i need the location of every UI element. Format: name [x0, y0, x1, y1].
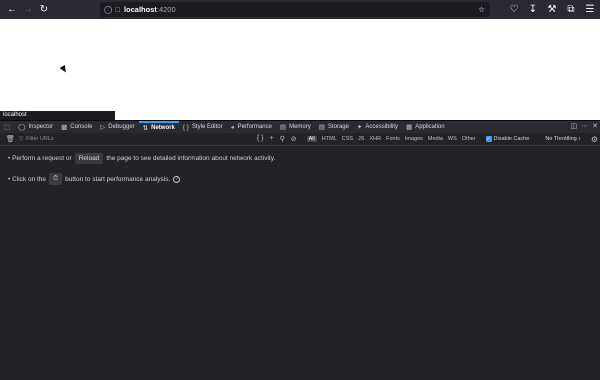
request-type-filters: All HTML CSS JS XHR Fonts Images Media W…: [306, 136, 476, 142]
network-empty-message: • Perform a request or Reload the page t…: [8, 153, 275, 164]
checkbox-checked-icon[interactable]: ✓: [485, 136, 492, 142]
tab-label: Network: [151, 125, 175, 131]
type-filter-other[interactable]: Other: [462, 136, 476, 142]
tab-style-editor[interactable]: { } Style Editor: [179, 121, 227, 134]
pocket-icon[interactable]: ♡: [506, 1, 522, 17]
disable-cache-toggle[interactable]: ✓ Disable Cache: [485, 136, 530, 142]
url-bar[interactable]: ◯ □ localhost:4200 ☆: [100, 2, 490, 17]
type-filter-images[interactable]: Images: [405, 136, 423, 142]
network-icon: ⇅: [142, 125, 149, 132]
type-filter-css[interactable]: CSS: [342, 136, 353, 142]
filter-icon: ▽: [18, 136, 24, 142]
filter-placeholder: Filter URLs: [26, 136, 54, 142]
type-filter-html[interactable]: HTML: [322, 136, 337, 142]
tab-label: Console: [70, 124, 93, 130]
back-icon[interactable]: ←: [4, 2, 20, 18]
page-content: [0, 19, 600, 120]
application-icon: ▦: [406, 124, 413, 131]
type-filter-xhr[interactable]: XHR: [369, 136, 381, 142]
block-icon[interactable]: ⊘: [291, 135, 297, 143]
devtools-tabbar: ⬚ ◯ Inspector ▩ Console ▷ Debugger ⇅ Net…: [0, 120, 600, 133]
regex-braces-icon[interactable]: { }: [257, 135, 264, 143]
throttling-select[interactable]: No Throttling ↕: [545, 136, 581, 142]
tab-performance[interactable]: ◕ Performance: [227, 121, 276, 134]
tab-memory[interactable]: ▤ Memory: [276, 121, 315, 134]
tab-console[interactable]: ▩ Console: [57, 121, 96, 134]
menu-icon[interactable]: ☰: [582, 1, 598, 17]
type-filter-media[interactable]: Media: [428, 136, 443, 142]
tab-storage[interactable]: ▤ Storage: [315, 121, 353, 134]
memory-icon: ▤: [279, 124, 287, 131]
dock-icon[interactable]: ◫: [571, 122, 578, 130]
reload-button[interactable]: Reload: [74, 153, 104, 164]
type-filter-js[interactable]: JS: [358, 136, 364, 142]
message-text: the page to see detailed information abo…: [106, 155, 276, 162]
type-filter-fonts[interactable]: Fonts: [386, 136, 400, 142]
browser-toolbar: ← → ↻ ◯ □ localhost:4200 ☆ ♡ ↧ ⚒ ⧉ ☰: [0, 0, 600, 19]
reload-icon[interactable]: ↻: [36, 2, 52, 18]
tab-label: Storage: [327, 124, 349, 130]
tab-label: Debugger: [108, 124, 135, 130]
download-icon[interactable]: ↧: [525, 1, 541, 17]
message-text: button to start performance analysis.: [65, 175, 171, 183]
stopwatch-icon[interactable]: ⏱: [49, 173, 63, 185]
performance-hint-message: • Click on the ⏱ button to start perform…: [8, 173, 181, 185]
tab-label: Performance: [237, 124, 272, 130]
element-picker-icon[interactable]: ⬚: [0, 121, 14, 134]
storage-icon: ▤: [318, 124, 325, 131]
help-icon[interactable]: ?: [173, 175, 181, 183]
tab-application[interactable]: ▦ Application: [402, 121, 449, 134]
link-status-label: localhost: [0, 111, 115, 120]
shield-icon[interactable]: ◯: [104, 5, 112, 14]
accessibility-icon: ✦: [356, 124, 363, 131]
style-editor-icon: { }: [182, 123, 189, 131]
message-text: • Click on the: [8, 175, 47, 183]
tab-label: Accessibility: [365, 124, 399, 130]
tools-icon[interactable]: ⚒: [544, 1, 560, 17]
search-icon[interactable]: ⚲: [280, 135, 285, 143]
more-options-icon[interactable]: ⋯: [581, 122, 588, 130]
performance-icon: ◕: [230, 123, 235, 131]
tab-label: Application: [415, 124, 445, 130]
settings-gear-icon[interactable]: ⚙: [591, 135, 598, 144]
type-filter-all[interactable]: All: [306, 136, 317, 142]
tab-accessibility[interactable]: ✦ Accessibility: [353, 121, 402, 134]
page-icon[interactable]: □: [115, 5, 120, 14]
forward-icon[interactable]: →: [20, 2, 36, 18]
debugger-icon: ▷: [100, 124, 106, 131]
filter-urls-input[interactable]: ▽ Filter URLs: [19, 136, 249, 142]
network-filter-bar: 🗑 ▽ Filter URLs { } + ⚲ ⊘ All HTML CSS J…: [0, 133, 600, 146]
console-icon: ▩: [61, 124, 68, 131]
inspector-icon: ◯: [18, 124, 26, 131]
bookmark-star-icon[interactable]: ☆: [478, 5, 485, 14]
type-filter-ws[interactable]: WS: [448, 136, 457, 142]
message-text: • Perform a request or: [8, 155, 72, 162]
extensions-icon[interactable]: ⧉: [563, 1, 579, 17]
add-icon[interactable]: +: [270, 135, 274, 143]
tab-label: Style Editor: [191, 124, 223, 130]
tab-label: Memory: [289, 124, 311, 130]
tab-debugger[interactable]: ▷ Debugger: [96, 121, 138, 134]
tab-network[interactable]: ⇅ Network: [138, 120, 179, 134]
close-icon[interactable]: ✕: [592, 122, 598, 130]
tab-label: Inspector: [28, 124, 54, 130]
disable-cache-label: Disable Cache: [493, 136, 530, 142]
tab-inspector[interactable]: ◯ Inspector: [14, 121, 57, 134]
url-host: localhost: [123, 5, 157, 14]
clear-trash-icon[interactable]: 🗑: [6, 135, 15, 143]
url-port: :4200: [156, 5, 176, 14]
